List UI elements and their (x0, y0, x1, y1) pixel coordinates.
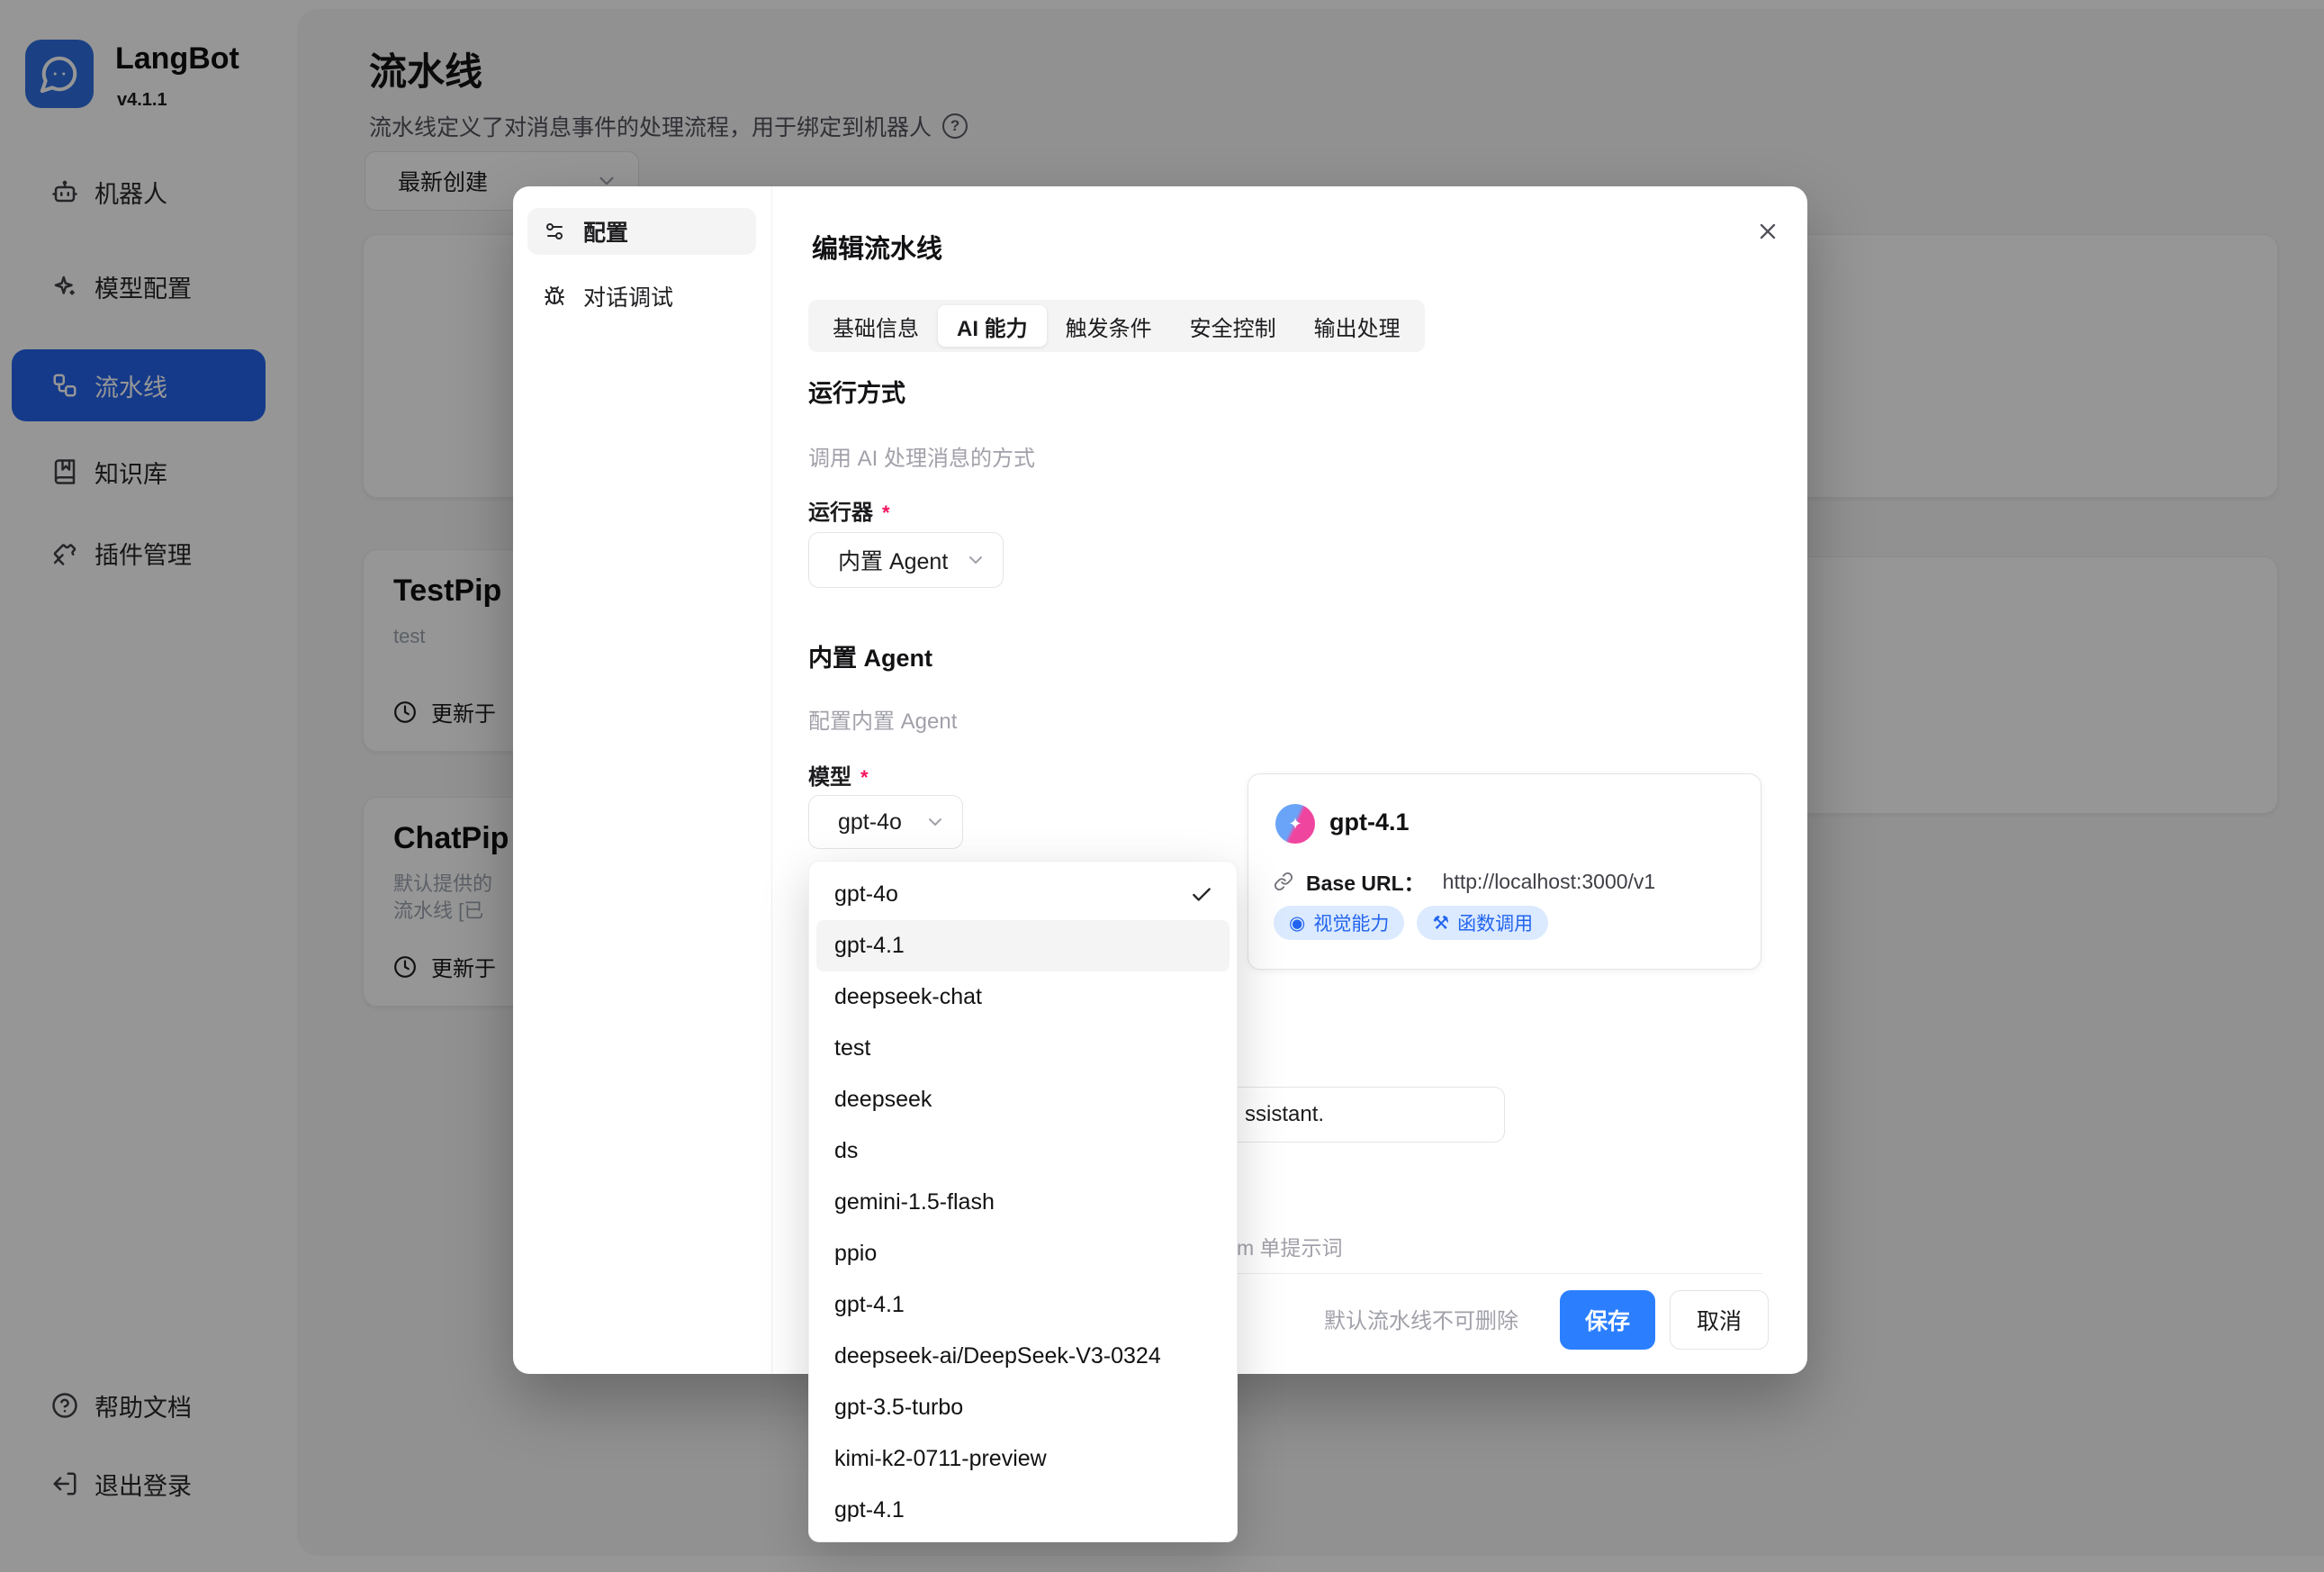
prompt-hint-fragment: m 单提示词 (1237, 1231, 1343, 1261)
model-info-card: ✦ gpt-4.1 Base URL： http://localhost:300… (1248, 773, 1761, 970)
dropdown-option-gpt-4.1-2[interactable]: gpt-4.1 (809, 1279, 1237, 1331)
modal-nav-label: 配置 (583, 215, 628, 248)
runner-label: 运行器 * (808, 494, 890, 526)
base-url-row: Base URL： http://localhost:3000/v1 (1274, 866, 1655, 897)
tab-ai-capability[interactable]: AI 能力 (938, 305, 1047, 347)
chevron-down-icon (924, 811, 946, 833)
option-label: gpt-4.1 (834, 1497, 905, 1523)
badge-label: 视觉能力 (1313, 909, 1389, 936)
dropdown-option-gpt-4o[interactable]: gpt-4o (809, 869, 1237, 920)
option-label: gpt-4.1 (834, 1292, 905, 1318)
cancel-button[interactable]: 取消 (1670, 1290, 1769, 1350)
dropdown-option-gpt-4.1[interactable]: gpt-4.1 (816, 920, 1230, 971)
badge-label: 函数调用 (1457, 909, 1533, 936)
tab-safety-control[interactable]: 安全控制 (1171, 305, 1295, 347)
model-select-dropdown: gpt-4o gpt-4.1 deepseek-chat test deepse… (808, 861, 1238, 1542)
dropdown-option-ds[interactable]: ds (809, 1125, 1237, 1177)
model-select-value: gpt-4o (838, 809, 902, 836)
tab-output-processing[interactable]: 输出处理 (1295, 305, 1419, 347)
option-label: gpt-4o (834, 881, 898, 908)
dropdown-option-deepseek-v3[interactable]: deepseek-ai/DeepSeek-V3-0324 (809, 1331, 1237, 1382)
link-icon (1274, 872, 1293, 891)
required-asterisk: * (882, 501, 890, 524)
dropdown-option-test[interactable]: test (809, 1023, 1237, 1074)
tab-trigger-conditions[interactable]: 触发条件 (1047, 305, 1171, 347)
option-label: deepseek-chat (834, 984, 982, 1010)
save-button[interactable]: 保存 (1560, 1290, 1655, 1350)
model-select[interactable]: gpt-4o (808, 795, 963, 849)
modal-left-divider (771, 186, 772, 1374)
runner-select[interactable]: 内置 Agent (808, 532, 1004, 588)
model-name: gpt-4.1 (1329, 809, 1410, 836)
option-label: ppio (834, 1241, 877, 1267)
selected-check-icon (1190, 883, 1213, 907)
option-label: gpt-4.1 (834, 933, 905, 959)
sliders-icon (544, 221, 565, 242)
bug-icon (544, 285, 565, 307)
option-label: kimi-k2-0711-preview (834, 1446, 1047, 1472)
option-label: gemini-1.5-flash (834, 1189, 995, 1215)
dropdown-option-gemini-1.5-flash[interactable]: gemini-1.5-flash (809, 1177, 1237, 1228)
required-asterisk: * (860, 766, 869, 789)
option-label: deepseek-ai/DeepSeek-V3-0324 (834, 1343, 1161, 1369)
model-capability-badges: ◉ 视觉能力 ⚒ 函数调用 (1274, 906, 1548, 940)
base-url-value: http://localhost:3000/v1 (1443, 870, 1656, 894)
modal-nav-label: 对话调试 (583, 280, 673, 312)
agent-heading: 内置 Agent (808, 638, 932, 673)
model-label-text: 模型 (808, 765, 851, 790)
runner-label-text: 运行器 (808, 501, 873, 525)
modal-nav-config[interactable]: 配置 (527, 208, 756, 255)
dropdown-option-deepseek[interactable]: deepseek (809, 1074, 1237, 1125)
dropdown-option-kimi-k2[interactable]: kimi-k2-0711-preview (809, 1433, 1237, 1485)
chevron-down-icon (965, 549, 986, 571)
dropdown-option-deepseek-chat[interactable]: deepseek-chat (809, 971, 1237, 1023)
vision-eye-icon: ◉ (1289, 914, 1305, 933)
run-mode-heading: 运行方式 (808, 374, 905, 409)
option-label: ds (834, 1138, 858, 1164)
prompt-input-visible-text: ssistant. (1245, 1102, 1324, 1127)
option-label: test (834, 1035, 870, 1062)
option-label: gpt-3.5-turbo (834, 1395, 963, 1421)
function-tools-icon: ⚒ (1432, 914, 1449, 933)
dropdown-option-ppio[interactable]: ppio (809, 1228, 1237, 1279)
app-screen: LangBot v4.1.1 机器人 模型配置 (0, 0, 2324, 1572)
modal-nav-debug[interactable]: 对话调试 (527, 273, 756, 320)
modal-title: 编辑流水线 (812, 228, 942, 266)
run-mode-desc: 调用 AI 处理消息的方式 (808, 440, 1035, 472)
tab-basic-info[interactable]: 基础信息 (814, 305, 938, 347)
model-provider-logo-icon: ✦ (1275, 804, 1315, 844)
modal-tabs: 基础信息 AI 能力 触发条件 安全控制 输出处理 (808, 300, 1425, 352)
option-label: deepseek (834, 1087, 932, 1113)
footer-note: 默认流水线不可删除 (1324, 1303, 1518, 1334)
dropdown-option-gpt-3.5-turbo[interactable]: gpt-3.5-turbo (809, 1382, 1237, 1433)
vision-capability-badge: ◉ 视觉能力 (1274, 906, 1404, 940)
dropdown-option-gpt-4.1-3[interactable]: gpt-4.1 (809, 1485, 1237, 1536)
agent-desc: 配置内置 Agent (808, 703, 957, 735)
runner-select-value: 内置 Agent (838, 544, 948, 576)
base-url-label: Base URL： (1306, 866, 1425, 897)
function-call-badge: ⚒ 函数调用 (1417, 906, 1548, 940)
close-icon[interactable] (1753, 217, 1782, 246)
prompt-input[interactable]: ssistant. (1197, 1087, 1505, 1143)
model-label: 模型 * (808, 759, 869, 791)
